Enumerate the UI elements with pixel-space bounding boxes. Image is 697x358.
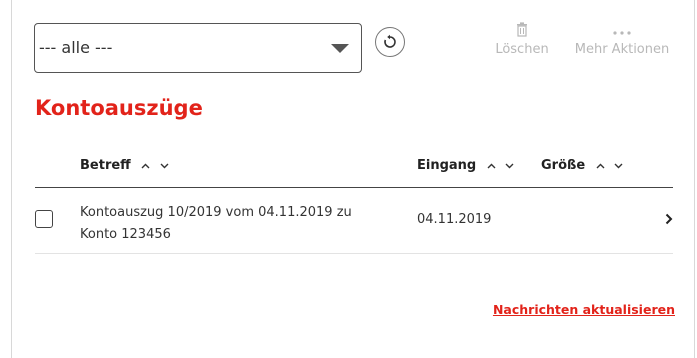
refresh-icon [384,34,396,48]
delete-label: Löschen [495,42,549,57]
refresh-button[interactable] [375,27,405,57]
caret-down-icon [331,44,349,53]
page-title: Kontoauszüge [35,96,203,120]
column-label: Eingang [417,158,477,173]
ellipsis-icon [566,22,678,42]
trash-icon [489,22,555,42]
delete-button[interactable]: Löschen [489,22,555,57]
sort-controls [596,161,629,172]
filter-select-value: --- alle --- [39,38,113,57]
refresh-messages-link[interactable]: Nachrichten aktualisieren [493,302,675,317]
chevron-right-icon[interactable] [665,210,673,229]
sort-ascending-icon[interactable] [141,161,153,172]
column-header-betreff: Betreff [80,158,175,173]
row-checkbox[interactable] [35,210,53,228]
row-subject-line: Konto 123456 [80,227,171,242]
sort-ascending-icon[interactable] [596,161,608,172]
column-label: Größe [541,158,586,173]
column-label: Betreff [80,158,131,173]
more-actions-label: Mehr Aktionen [574,42,670,57]
sort-controls [487,161,520,172]
table-row[interactable]: Kontoauszug 10/2019 vom 04.11.2019 zu Ko… [35,188,673,254]
sort-descending-icon[interactable] [505,161,514,172]
column-header-eingang: Eingang [417,158,520,173]
sort-controls [141,161,174,172]
sort-descending-icon[interactable] [160,161,169,172]
row-subject-line: Kontoauszug 10/2019 vom 04.11.2019 zu [80,205,352,220]
row-subject: Kontoauszug 10/2019 vom 04.11.2019 zu Ko… [80,202,390,246]
sort-descending-icon[interactable] [614,161,623,172]
filter-select[interactable]: --- alle --- [34,23,362,73]
column-header-groesse: Größe [541,158,629,173]
table-header: Betreff Eingang Größe [35,150,673,188]
more-actions-button[interactable]: Mehr Aktionen [566,22,678,57]
sort-ascending-icon[interactable] [487,161,499,172]
row-date: 04.11.2019 [417,212,492,227]
